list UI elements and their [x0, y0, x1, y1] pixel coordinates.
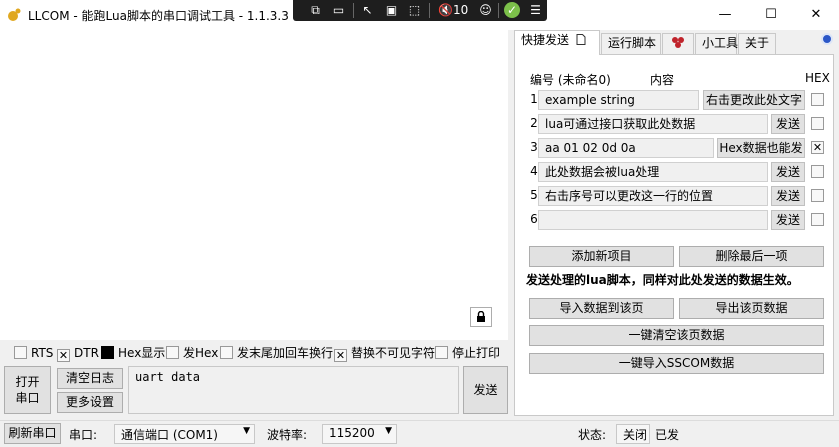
- tab-tools[interactable]: 小工具: [695, 33, 738, 54]
- chevron-down-icon: ▼: [243, 426, 250, 436]
- port-select[interactable]: 通信端口 (COM1) ▼: [114, 424, 255, 444]
- row-text-input[interactable]: lua可通过接口获取此处数据: [538, 114, 768, 134]
- accessibility-icon[interactable]: ☺: [477, 2, 494, 18]
- row-text-input[interactable]: 右击序号可以更改这一行的位置: [538, 186, 768, 206]
- number-header: 编号 (未命名0): [530, 73, 611, 87]
- export-page-button[interactable]: 导出该页数据: [679, 298, 824, 319]
- window-select-icon[interactable]: ▣: [383, 2, 400, 18]
- tab-run-script[interactable]: 运行脚本: [601, 33, 661, 54]
- open-port-button[interactable]: 打开 串口: [4, 366, 51, 414]
- import-page-button[interactable]: 导入数据到该页: [529, 298, 674, 319]
- replace-invisible-option[interactable]: ✕ 替换不可见字符: [334, 346, 435, 362]
- content-header: 内容: [650, 73, 675, 87]
- hex-display-option[interactable]: Hex显示: [101, 346, 165, 362]
- dtr-option[interactable]: ✕ DTR: [57, 346, 99, 362]
- row-text-input[interactable]: [538, 210, 768, 230]
- row-send-button[interactable]: 发送: [771, 210, 805, 230]
- hex-display-checkbox[interactable]: [101, 346, 114, 359]
- title-bar: LLCOM - 能跑Lua脚本的串口调试工具 - 1.1.3.3 ⧉ ▭ ↖ ▣…: [0, 0, 839, 30]
- document-icon: [576, 34, 586, 45]
- port-label: 串口:: [69, 428, 98, 442]
- rts-checkbox[interactable]: [14, 346, 27, 359]
- send-button[interactable]: 发送: [463, 366, 508, 414]
- row-hex-checkbox[interactable]: [811, 117, 824, 130]
- row-hex-checkbox[interactable]: [811, 213, 824, 226]
- status-label: 状态:: [578, 428, 607, 442]
- minimize-button[interactable]: —: [702, 0, 748, 30]
- tab-scroll-dot-icon[interactable]: [821, 33, 833, 45]
- tab-quick-send[interactable]: 快捷发送: [514, 30, 600, 55]
- row-hex-checkbox[interactable]: ✕: [811, 141, 824, 154]
- region-select-icon[interactable]: ⬚: [406, 2, 423, 18]
- hex-send-option[interactable]: 发Hex: [166, 346, 218, 362]
- status-bar: 刷新串口 串口: 通信端口 (COM1) ▼ 波特率: 115200 ▼ 状态:…: [0, 420, 839, 447]
- chevron-down-icon: ▼: [385, 426, 392, 436]
- row-text-input[interactable]: aa 01 02 0d 0a: [538, 138, 714, 158]
- clear-page-button[interactable]: 一键清空该页数据: [529, 325, 824, 346]
- row-send-button[interactable]: 发送: [771, 114, 805, 134]
- quick-send-page: 编号 (未命名0) 内容 HEX 1 example string 右击更改此处…: [514, 54, 834, 416]
- screen-record-icon[interactable]: ⧉: [307, 2, 324, 18]
- row-text-input[interactable]: example string: [538, 90, 699, 110]
- volume-count: 10: [453, 3, 469, 17]
- dtr-checkbox[interactable]: ✕: [57, 349, 70, 362]
- row-send-button[interactable]: 发送: [771, 186, 805, 206]
- quick-send-panel: 快捷发送 运行脚本 小工具 关于 编号 (未命名0) 内容 HEX 1 exam…: [514, 30, 839, 416]
- speaker-icon[interactable]: 🔇: [437, 2, 454, 18]
- baud-select[interactable]: 115200 ▼: [322, 424, 397, 444]
- append-crlf-checkbox[interactable]: [220, 346, 233, 359]
- log-area[interactable]: [0, 30, 508, 340]
- lock-scroll-button[interactable]: [470, 307, 492, 327]
- row-hex-checkbox[interactable]: [811, 189, 824, 202]
- window-title: LLCOM - 能跑Lua脚本的串口调试工具 - 1.1.3.3: [28, 9, 289, 23]
- panel-tabs: 快捷发送 运行脚本 小工具 关于: [514, 30, 839, 55]
- more-settings-button[interactable]: 更多设置: [57, 392, 123, 413]
- recorder-toolbar: ⧉ ▭ ↖ ▣ ⬚ 🔇 10 ☺ ✓ ☰: [293, 0, 547, 21]
- replace-invisible-checkbox[interactable]: ✕: [334, 349, 347, 362]
- gems-icon: [672, 37, 684, 48]
- menu-icon[interactable]: ☰: [527, 2, 544, 18]
- row-send-button[interactable]: Hex数据也能发: [717, 138, 805, 158]
- import-sscom-button[interactable]: 一键导入SSCOM数据: [529, 353, 824, 374]
- app-icon: [8, 8, 21, 21]
- clear-log-button[interactable]: 清空日志: [57, 368, 123, 389]
- send-data-input[interactable]: uart data: [128, 366, 459, 414]
- maximize-button[interactable]: ☐: [748, 0, 794, 30]
- row-send-button[interactable]: 发送: [771, 162, 805, 182]
- append-crlf-option[interactable]: 发末尾加回车换行: [220, 346, 333, 362]
- add-item-button[interactable]: 添加新项目: [529, 246, 674, 267]
- pointer-icon[interactable]: ↖: [359, 2, 376, 18]
- tab-about[interactable]: 关于: [738, 33, 776, 54]
- tab-plugin[interactable]: [662, 33, 694, 54]
- sent-label: 已发: [655, 428, 680, 442]
- pause-print-checkbox[interactable]: [435, 346, 448, 359]
- pause-print-option[interactable]: 停止打印: [435, 346, 500, 362]
- refresh-ports-button[interactable]: 刷新串口: [4, 423, 61, 444]
- baud-label: 波特率:: [267, 428, 308, 442]
- script-note: 发送处理的lua脚本，同样对此处发送的数据生效。: [526, 273, 799, 287]
- row-send-button[interactable]: 右击更改此处文字: [703, 90, 805, 110]
- row-hex-checkbox[interactable]: [811, 93, 824, 106]
- hex-send-checkbox[interactable]: [166, 346, 179, 359]
- lock-icon: [477, 310, 485, 322]
- rts-option[interactable]: RTS: [14, 346, 53, 362]
- camera-icon[interactable]: ▭: [330, 2, 347, 18]
- row-hex-checkbox[interactable]: [811, 165, 824, 178]
- check-icon[interactable]: ✓: [504, 2, 520, 18]
- hex-header: HEX: [805, 71, 830, 85]
- row-text-input[interactable]: 此处数据会被lua处理: [538, 162, 768, 182]
- status-value: 关闭: [616, 424, 650, 444]
- close-button[interactable]: ✕: [793, 0, 839, 30]
- delete-last-button[interactable]: 删除最后一项: [679, 246, 824, 267]
